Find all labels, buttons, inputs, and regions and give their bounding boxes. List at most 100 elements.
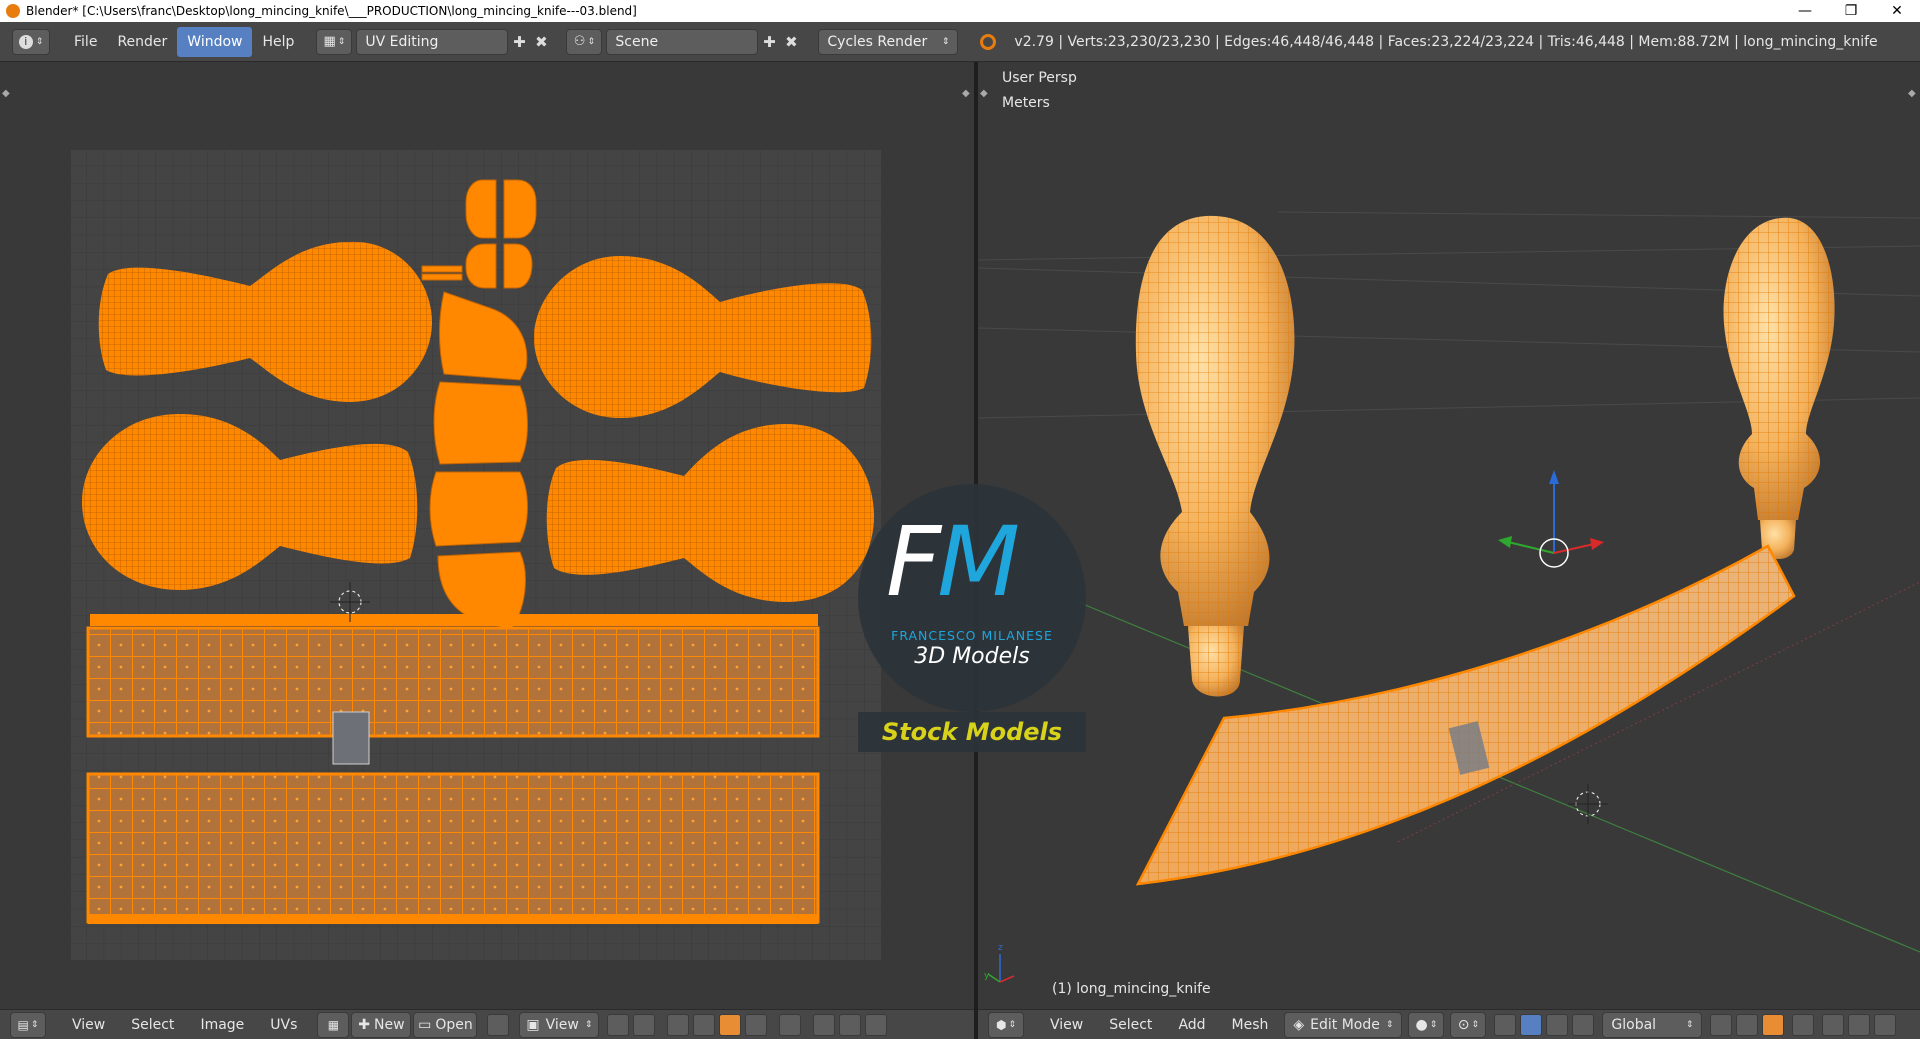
orientation-label: Global: [1611, 1016, 1657, 1033]
uv-island-blade-bottom: [86, 772, 820, 924]
edge-select-icon[interactable]: [693, 1013, 716, 1036]
limit-selection-icon[interactable]: [1792, 1013, 1815, 1036]
uv-menu-image[interactable]: Image: [190, 1017, 254, 1033]
new-image-button[interactable]: ✚ New: [351, 1011, 412, 1038]
screen-layout-field[interactable]: UV Editing: [356, 28, 509, 55]
view3d-menu-add[interactable]: Add: [1168, 1017, 1215, 1033]
brand-subtitle: 3D Models: [914, 644, 1030, 669]
info-header: i ⇕ File Render Window Help ▦ ⇕ UV Editi…: [0, 22, 1920, 62]
delete-screen-button[interactable]: ✖: [530, 31, 552, 53]
render-engine-select[interactable]: Cycles Render ⇕: [818, 28, 959, 55]
minimize-button[interactable]: —: [1782, 0, 1828, 22]
x-icon: ✖: [535, 32, 548, 51]
properties-toggle-icon[interactable]: ◆: [1908, 88, 1916, 99]
solid-shading-icon: ●: [1415, 1016, 1428, 1033]
window-titlebar: Blender* [C:\Users\franc\Desktop\long_mi…: [0, 0, 1920, 22]
snap-icon[interactable]: [839, 1013, 862, 1036]
view-mode-select[interactable]: ▣ View ⇕: [519, 1011, 600, 1038]
scene-field[interactable]: Scene: [606, 28, 759, 55]
uv-menu-uvs[interactable]: UVs: [260, 1017, 307, 1033]
uv-menu-select[interactable]: Select: [121, 1017, 184, 1033]
menu-file[interactable]: File: [64, 27, 107, 57]
viewport-canvas[interactable]: z y ◆ ◆: [977, 62, 1920, 1009]
view-icon: ▣: [526, 1016, 540, 1033]
updown-arrows-icon: ⇕: [584, 1019, 593, 1030]
view3d-menu-view[interactable]: View: [1040, 1017, 1093, 1033]
sticky-selection-icon[interactable]: [779, 1013, 802, 1036]
proportional-editing-icon[interactable]: [1822, 1013, 1845, 1036]
proportional-edit-icon[interactable]: [813, 1013, 836, 1036]
editor-type-uv-button[interactable]: ▤ ⇕: [10, 1011, 46, 1038]
island-select-icon[interactable]: [745, 1013, 768, 1036]
region-toggle-left-icon[interactable]: ◆: [2, 88, 10, 99]
updown-arrows-icon: ⇕: [941, 36, 950, 47]
region-toggle-right-icon[interactable]: ◆: [962, 88, 970, 99]
updown-arrows-icon: ⇕: [1685, 1019, 1694, 1030]
info-icon: i: [18, 34, 33, 49]
open-image-button[interactable]: ▭ Open: [413, 1011, 478, 1038]
uv-menu-view[interactable]: View: [62, 1017, 115, 1033]
uv-image-editor[interactable]: ◆ ◆: [0, 62, 974, 1009]
updown-arrows-icon: ⇕: [1385, 1019, 1394, 1030]
editor-type-info-button[interactable]: i ⇕: [12, 28, 50, 55]
image-browse-button[interactable]: ▦: [317, 1011, 350, 1038]
delete-scene-button[interactable]: ✖: [780, 31, 802, 53]
uv-canvas[interactable]: ◆ ◆: [0, 62, 974, 1009]
updown-arrows-icon: ⇕: [30, 1019, 39, 1030]
snap-target-icon[interactable]: [865, 1013, 888, 1036]
snap-element-icon[interactable]: [1848, 1013, 1871, 1036]
snap-magnet-icon[interactable]: [1874, 1013, 1897, 1036]
plus-icon: ✚: [513, 32, 526, 51]
viewport-shading-select[interactable]: ● ⇕: [1408, 1011, 1445, 1038]
editor-type-3d-button[interactable]: ⬢ ⇕: [988, 1011, 1024, 1038]
updown-arrows-icon: ⇕: [35, 36, 44, 47]
cube-icon: ⬢: [995, 1017, 1007, 1032]
transform-manipulator-icon[interactable]: [1498, 470, 1604, 568]
rotate-manipulator-icon[interactable]: [1546, 1013, 1569, 1036]
mode-select[interactable]: ◈ Edit Mode ⇕: [1284, 1011, 1403, 1038]
vertex-select-mode-icon[interactable]: [1710, 1013, 1733, 1036]
3d-cursor-icon[interactable]: [1568, 784, 1608, 824]
logo-letter-m: M: [937, 506, 1020, 618]
maximize-button[interactable]: ❐: [1828, 0, 1874, 22]
translate-manipulator-icon[interactable]: [1520, 1013, 1543, 1036]
image-editor-icon: ▤: [17, 1017, 29, 1032]
scale-manipulator-icon[interactable]: [1572, 1013, 1595, 1036]
mesh-right-handle: [1723, 217, 1835, 559]
view-mode-label: View: [545, 1016, 579, 1033]
vertex-select-icon[interactable]: [667, 1013, 690, 1036]
view3d-menu-select[interactable]: Select: [1099, 1017, 1162, 1033]
add-screen-button[interactable]: ✚: [508, 31, 530, 53]
close-button[interactable]: ✕: [1874, 0, 1920, 22]
manipulator-toggle-icon[interactable]: [1494, 1013, 1517, 1036]
scene-browse-button[interactable]: ⚇ ⇕: [566, 28, 603, 55]
units-label: Meters: [1002, 95, 1050, 111]
face-select-icon[interactable]: [719, 1013, 742, 1036]
edge-select-mode-icon[interactable]: [1736, 1013, 1759, 1036]
face-select-mode-icon[interactable]: [1762, 1013, 1785, 1036]
transform-orientation-select[interactable]: Global ⇕: [1602, 1011, 1703, 1038]
new-image-label: New: [374, 1016, 405, 1033]
brand-tagline: Stock Models: [858, 712, 1086, 752]
view3d-menu-mesh[interactable]: Mesh: [1222, 1017, 1279, 1033]
image-icon: ▦: [327, 1017, 340, 1032]
add-scene-button[interactable]: ✚: [758, 31, 780, 53]
menu-window[interactable]: Window: [177, 26, 253, 57]
menu-help[interactable]: Help: [252, 27, 304, 57]
toolshelf-toggle-icon[interactable]: ◆: [980, 88, 988, 99]
menu-render[interactable]: Render: [107, 27, 177, 57]
screen-layout-browse-button[interactable]: ▦ ⇕: [316, 28, 353, 55]
window-title: Blender* [C:\Users\franc\Desktop\long_mi…: [26, 4, 637, 18]
pivot-icon[interactable]: [607, 1013, 630, 1036]
updown-arrows-icon: ⇕: [337, 36, 346, 47]
pivot-point-select[interactable]: ⊙ ⇕: [1450, 1011, 1487, 1038]
uv-editor-header: ▤ ⇕ View Select Image UVs ▦ ✚ New ▭ Open ▣…: [0, 1009, 974, 1039]
pin-icon[interactable]: [487, 1013, 510, 1036]
3d-viewport[interactable]: z y ◆ ◆ User Persp Meters (1) long_minci…: [977, 62, 1920, 1009]
watermark-letters: FM: [886, 512, 1020, 612]
sync-selection-icon[interactable]: [633, 1013, 656, 1036]
edit-mode-icon: ◈: [1293, 1016, 1305, 1033]
view-name-label: User Persp: [1002, 70, 1077, 86]
3d-view-header: ⬢ ⇕ View Select Add Mesh ◈ Edit Mode ⇕ ● ⇕ …: [978, 1009, 1920, 1039]
svg-text:y: y: [984, 971, 990, 981]
